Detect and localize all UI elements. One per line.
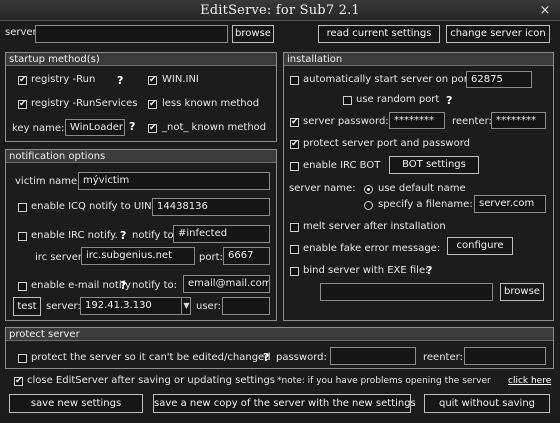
help-icon[interactable]: ? [426,264,432,278]
chevron-down-icon[interactable]: ▼ [181,297,191,315]
bind-browse-button[interactable]: browse [500,283,544,301]
bind-exe-input[interactable] [320,283,493,301]
email-notify-checkbox[interactable] [18,282,27,291]
save-new-copy-button[interactable]: save a new copy of the server with the n… [153,394,416,413]
irc-server-input[interactable]: irc.subgenius.net [81,247,195,265]
help-icon[interactable]: ? [120,229,126,243]
startup-header: startup method(s) [6,53,276,66]
fake-error-checkbox[interactable] [290,245,299,254]
smtp-server-label: server: [46,301,81,312]
irc-bot-checkbox[interactable] [290,162,299,171]
test-button[interactable]: test [13,297,41,316]
melt-server-checkbox[interactable] [290,223,299,232]
note-text: *note: if you have problems opening the … [277,376,491,386]
fake-error-label: enable fake error message: [303,243,441,254]
smtp-user-label: user: [196,301,222,312]
irc-port-input[interactable]: 6667 [223,247,270,265]
smtp-user-input[interactable] [222,297,270,315]
email-input[interactable]: email@mail.com [183,275,270,293]
read-settings-button[interactable]: read current settings [318,25,440,43]
use-default-name-label: use default name [378,183,466,194]
close-icon[interactable]: × [536,2,554,19]
bot-settings-button[interactable]: BOT settings [389,156,479,174]
close-after-saving-label: close EditServer after saving or updatin… [27,375,276,386]
protect-port-checkbox[interactable] [290,138,299,150]
victim-name-label: victim name: [15,176,81,187]
reenter-password-input[interactable]: ******** [491,112,546,129]
email-notify-to-label: notify to: [132,280,178,291]
protect-header: protect server [6,328,553,341]
key-name-input[interactable]: WinLoader [65,119,125,136]
configure-button[interactable]: configure [447,237,513,255]
protect-password-input[interactable] [330,347,416,365]
random-port-checkbox[interactable] [343,96,352,105]
specify-filename-label: specify a filename: [378,199,473,210]
win-ini-checkbox[interactable] [148,74,157,86]
server-password-input[interactable]: ******** [389,112,445,129]
icq-uin-input[interactable]: 14438136 [152,198,270,216]
protect-server-label: protect the server so it can't be edited… [31,352,271,363]
help-icon[interactable]: ? [117,74,123,88]
click-here-link[interactable]: click here [508,374,551,388]
window-title: EditServe: for Sub7 2.1 [200,3,360,18]
help-icon[interactable]: ? [120,279,126,293]
icq-notify-checkbox[interactable] [18,203,27,212]
registry-runservices-checkbox[interactable] [18,98,27,110]
less-known-label: less known method [162,98,260,109]
not-known-checkbox[interactable] [148,122,157,134]
filename-input[interactable]: server.com [474,195,546,213]
irc-notify-to-label: notify to: [132,230,178,241]
registry-runservices-label: registry -RunServices [31,98,138,109]
melt-server-label: melt server after installation [303,221,446,232]
quit-without-saving-button[interactable]: quit without saving [424,394,550,413]
server-password-label: server password: [303,116,389,127]
protect-reenter-input[interactable] [464,347,546,365]
server-path-input[interactable] [35,25,228,43]
installation-header: installation [284,53,553,66]
not-known-label: _not_ known method [162,122,267,133]
email-notify-label: enable e-mail notify [31,280,131,291]
protect-password-label: password: [276,352,327,363]
browse-server-button[interactable]: browse [232,25,274,43]
change-icon-button[interactable]: change server icon [446,25,550,43]
use-default-name-radio[interactable] [364,185,373,194]
protect-port-label: protect server port and password [303,138,471,149]
irc-channel-input[interactable]: #infected [173,225,270,243]
bind-exe-label: bind server with EXE file: [303,265,429,276]
notification-header: notification options [6,150,276,163]
close-after-saving-checkbox[interactable] [14,375,23,387]
help-icon[interactable]: ? [263,351,269,365]
irc-notify-checkbox[interactable] [18,232,27,241]
icq-notify-label: enable ICQ notify to UIN: [31,201,155,212]
reenter-password-label: reenter: [452,116,492,127]
registry-run-checkbox[interactable] [18,74,27,86]
registry-run-label: registry -Run [31,74,96,85]
protect-reenter-label: reenter: [423,352,463,363]
win-ini-label: WIN.INI [162,74,199,85]
server-name-label: server name: [289,183,356,194]
random-port-label: use random port [356,94,440,105]
irc-server-label: irc server: [35,252,86,263]
help-icon[interactable]: ? [446,94,452,108]
help-icon[interactable]: ? [129,120,135,134]
auto-start-label: automatically start server on port: [303,74,476,85]
protect-server-checkbox[interactable] [18,354,27,363]
irc-port-label: port: [199,252,223,263]
smtp-server-select[interactable]: 192.41.3.130 [80,297,191,315]
irc-bot-label: enable IRC BOT [303,160,381,171]
auto-start-checkbox[interactable] [290,76,299,85]
bind-exe-checkbox[interactable] [290,267,299,276]
specify-filename-radio[interactable] [364,201,373,210]
server-port-input[interactable]: 62875 [466,71,532,88]
irc-notify-label: enable IRC notify. [31,230,118,241]
victim-name-input[interactable]: mývictim [78,172,270,190]
server-password-checkbox[interactable] [290,116,299,128]
key-name-label: key name: [12,123,65,134]
save-new-settings-button[interactable]: save new settings [9,394,143,413]
less-known-checkbox[interactable] [148,98,157,110]
